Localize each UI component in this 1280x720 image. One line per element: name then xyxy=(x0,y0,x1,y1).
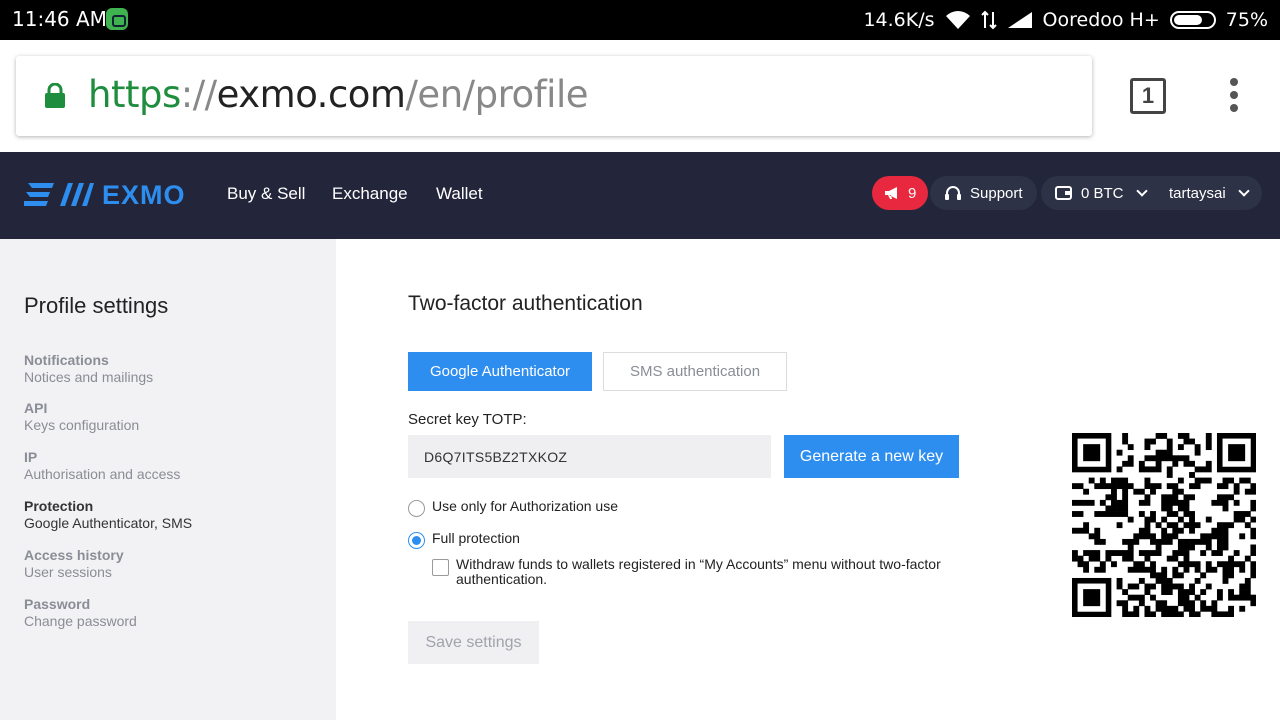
exmo-logo-mark-icon xyxy=(24,183,94,206)
sidebar-title: Profile settings xyxy=(24,293,169,318)
sidebar-item-password[interactable]: Password Change password xyxy=(24,596,137,629)
signal-icon xyxy=(1007,11,1033,29)
battery-icon xyxy=(1169,11,1216,29)
sidebar-item-sublabel: Google Authenticator, SMS xyxy=(24,515,193,531)
sidebar-item-protection[interactable]: Protection Google Authenticator, SMS xyxy=(24,498,192,531)
carrier-name: Ooredoo H+ xyxy=(1042,9,1160,31)
browser-toolbar: https://exmo.com/en/profile 1 xyxy=(0,40,1280,152)
option-full-protection-label: Full protection xyxy=(432,530,520,546)
wifi-icon xyxy=(945,10,971,30)
nav-exchange[interactable]: Exchange xyxy=(332,184,408,204)
chevron-down-icon xyxy=(1238,185,1250,197)
app-notification-icon xyxy=(106,8,128,30)
wallet-icon xyxy=(1055,186,1072,200)
tab-switcher-button[interactable]: 1 xyxy=(1130,78,1166,114)
radio-full-protection[interactable] xyxy=(408,532,425,549)
option-authorization-only-label: Use only for Authorization use xyxy=(432,498,618,514)
qr-code xyxy=(1072,433,1257,618)
status-time: 11:46 AM xyxy=(12,7,107,31)
network-speed: 14.6K/s xyxy=(863,9,935,31)
sidebar-item-notifications[interactable]: Notifications Notices and mailings xyxy=(24,352,153,385)
nav-buy-sell[interactable]: Buy & Sell xyxy=(227,184,305,204)
secret-key-field[interactable]: D6Q7ITS5BZ2TXKOZ xyxy=(408,435,771,478)
sidebar-item-sublabel: Change password xyxy=(24,613,137,629)
sidebar-item-label: Notifications xyxy=(24,352,109,368)
withdraw-without-2fa-checkbox[interactable] xyxy=(432,559,449,576)
sidebar-item-label: Password xyxy=(24,596,91,612)
url-text[interactable]: https://exmo.com/en/profile xyxy=(88,70,588,120)
sidebar-item-access-history[interactable]: Access history User sessions xyxy=(24,547,124,580)
withdraw-without-2fa-label: Withdraw funds to wallets registered in … xyxy=(456,556,941,587)
nav-wallet[interactable]: Wallet xyxy=(436,184,483,204)
secret-key-label: Secret key TOTP: xyxy=(408,411,527,428)
sidebar-item-sublabel: User sessions xyxy=(24,564,112,580)
lock-icon xyxy=(44,82,66,109)
logo-text: EXMO xyxy=(102,179,186,210)
url-scheme: https xyxy=(88,73,181,116)
settings-sidebar: Profile settings Notifications Notices a… xyxy=(0,239,336,720)
sidebar-item-sublabel: Notices and mailings xyxy=(24,369,154,385)
url-host: exmo.com xyxy=(216,73,406,116)
tab-google-authenticator[interactable]: Google Authenticator xyxy=(408,352,592,391)
radio-authorization-only[interactable] xyxy=(408,500,425,517)
sidebar-item-sublabel: Keys configuration xyxy=(24,417,140,433)
sidebar-item-label: IP xyxy=(24,449,38,465)
sidebar-item-label: Protection xyxy=(24,498,94,514)
site-navbar: EXMO Buy & Sell Exchange Wallet 9 Suppor… xyxy=(0,152,1280,239)
address-bar[interactable]: https://exmo.com/en/profile xyxy=(16,56,1092,136)
sidebar-item-sublabel: Authorisation and access xyxy=(24,466,181,482)
data-transfer-icon xyxy=(980,10,997,30)
status-bar: 11:46 AM 14.6K/s Ooredoo H+ 75% xyxy=(0,0,1280,40)
overflow-menu-icon[interactable] xyxy=(1228,78,1240,114)
sidebar-item-label: Access history xyxy=(24,547,124,563)
status-right: 14.6K/s Ooredoo H+ 75% xyxy=(863,6,1268,34)
support-button[interactable]: Support xyxy=(930,176,1037,210)
tab-sms-authentication[interactable]: SMS authentication xyxy=(603,352,787,391)
page-title: Two-factor authentication xyxy=(408,292,643,315)
battery-percent: 75% xyxy=(1225,9,1268,31)
headset-icon xyxy=(945,186,961,200)
notifications-button[interactable]: 9 xyxy=(872,176,929,210)
url-path: /en/profile xyxy=(405,73,588,116)
user-dropdown[interactable]: tartaysai xyxy=(1155,176,1262,210)
balance-value: 0 BTC xyxy=(1081,184,1124,202)
chevron-down-icon xyxy=(1135,185,1148,197)
megaphone-icon xyxy=(885,187,897,199)
generate-key-button[interactable]: Generate a new key xyxy=(784,435,959,478)
sidebar-item-ip[interactable]: IP Authorisation and access xyxy=(24,449,180,482)
sidebar-item-api[interactable]: API Keys configuration xyxy=(24,400,139,433)
sidebar-item-label: API xyxy=(24,400,48,416)
username: tartaysai xyxy=(1169,184,1226,202)
support-label: Support xyxy=(970,184,1023,202)
notifications-count: 9 xyxy=(908,184,917,202)
balance-dropdown[interactable]: 0 BTC xyxy=(1041,176,1160,210)
save-settings-button[interactable]: Save settings xyxy=(408,621,539,664)
url-separator: :// xyxy=(180,73,217,116)
exmo-logo[interactable]: EXMO xyxy=(24,178,186,212)
